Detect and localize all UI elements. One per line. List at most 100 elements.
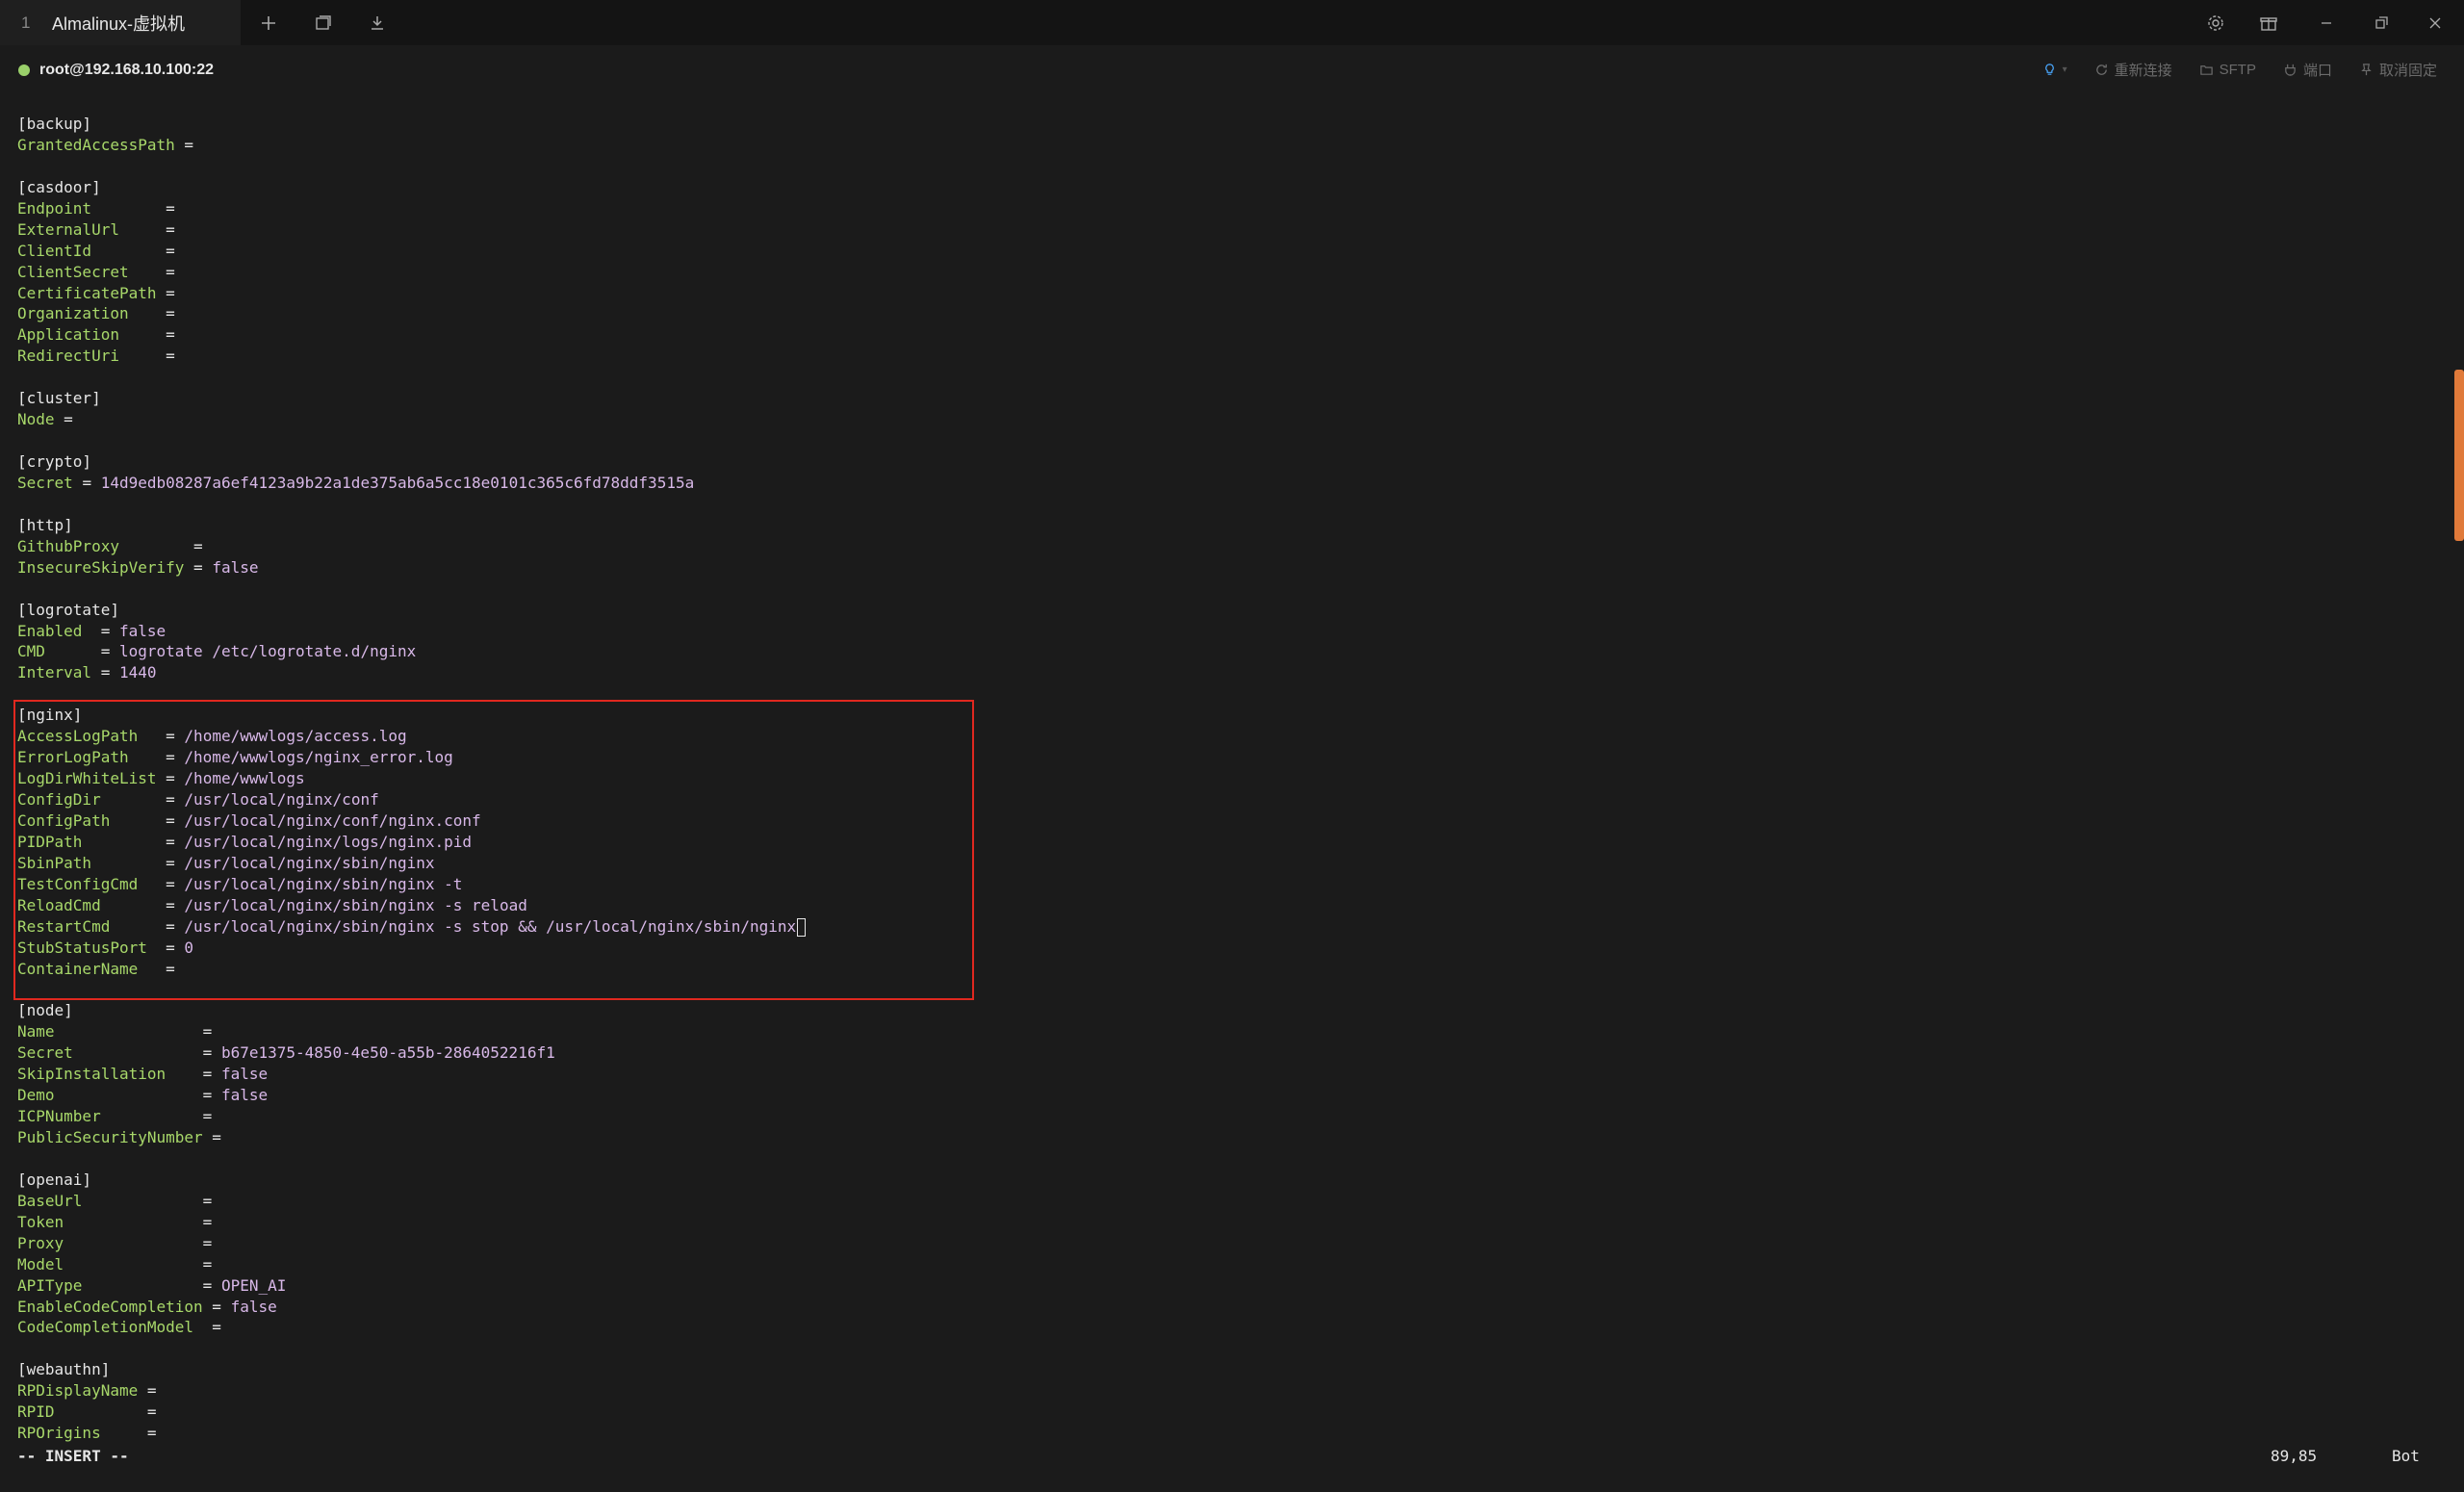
close-icon[interactable] [2420,8,2451,39]
config-key: RPDisplayName [17,1381,139,1401]
connection-status-dot [18,64,30,76]
config-key: ICPNumber [17,1107,101,1126]
config-key: Token [17,1212,64,1231]
terminal-line: [webauthn] [17,1359,2424,1380]
download-icon[interactable] [362,8,393,39]
config-equals: = [202,1022,213,1042]
config-key: Proxy [17,1233,64,1252]
hint-bulb-icon[interactable]: ▾ [2042,63,2067,77]
config-key: PublicSecurityNumber [17,1128,203,1146]
config-key: ExternalUrl [17,219,119,239]
terminal-line: [node] [17,1000,2424,1021]
restore-icon[interactable] [2366,8,2397,39]
config-padding [193,1318,212,1336]
config-key: GithubProxy [17,536,119,555]
tab-title: Almalinux-虚拟机 [52,13,186,34]
connection-actions: ▾ 重新连接 SFTP 端口 取消固定 [2042,57,2437,82]
config-equals: = [202,1212,213,1231]
terminal-line: RPDisplayName = [17,1380,2424,1402]
config-key: GrantedAccessPath [17,135,175,154]
terminal-line: [backup] [17,114,2424,135]
config-value: b67e1375-4850-4e50-a55b-2864052216f1 [220,1043,555,1063]
terminal-line: Name = [17,1021,2424,1042]
config-equals: = [82,473,92,492]
terminal-line: Secret = b67e1375-4850-4e50-a55b-2864052… [17,1042,2424,1064]
config-key: CertificatePath [17,283,157,302]
config-padding [101,1107,203,1125]
config-equals: = [100,642,111,661]
split-window-icon[interactable] [308,8,339,39]
nginx-section-highlight [13,700,974,1000]
config-value: false [118,621,167,640]
terminal-line: RedirectUri = [17,346,2424,367]
terminal-line: [openai] [17,1170,2424,1191]
unpin-button[interactable]: 取消固定 [2359,60,2437,80]
config-padding [73,474,83,492]
sftp-button[interactable]: SFTP [2199,62,2256,78]
config-key: Model [17,1254,64,1273]
config-padding [129,304,167,322]
config-key: Organization [17,304,129,323]
tab-number: 1 [21,13,31,32]
config-equals: = [146,1402,157,1422]
config-key: RPID [17,1402,55,1422]
config-equals: = [202,1233,213,1252]
config-equals: = [146,1424,157,1443]
config-key: ClientSecret [17,262,129,281]
config-equals: = [184,135,194,154]
config-padding [55,1022,203,1041]
terminal-line: ClientId = [17,241,2424,262]
terminal-line: GithubProxy = [17,536,2424,557]
config-equals: = [166,325,175,345]
config-key: Secret [17,1043,73,1063]
terminal-line: Demo = false [17,1085,2424,1106]
config-padding [82,1192,202,1210]
config-padding [119,325,166,344]
config-padding [166,1065,203,1083]
config-padding [45,642,101,660]
terminal-line: Application = [17,324,2424,346]
new-tab-icon[interactable] [253,8,284,39]
port-button[interactable]: 端口 [2283,60,2332,80]
terminal-line: Organization = [17,303,2424,324]
config-padding [101,1424,147,1442]
config-section-header: [webauthn] [17,1360,111,1379]
config-padding [91,199,166,218]
terminal-line: Model = [17,1254,2424,1275]
config-padding [119,220,166,239]
config-padding [175,136,185,154]
config-padding [129,263,167,281]
terminal-line: CodeCompletionModel = [17,1317,2424,1338]
terminal-line: Interval = 1440 [17,662,2424,683]
config-section-header: [http] [17,515,73,534]
config-value: 1440 [118,663,157,682]
config-equals: = [202,1086,213,1105]
config-equals: = [202,1275,213,1295]
config-equals: = [146,1381,157,1401]
settings-gear-icon[interactable] [2200,8,2231,39]
config-padding [55,410,64,428]
terminal-line: RPOrigins = [17,1423,2424,1444]
config-equals: = [166,198,175,218]
config-equals: = [166,219,175,239]
minimize-icon[interactable] [2311,8,2342,39]
config-equals: = [212,1318,221,1337]
config-padding [64,1234,203,1252]
config-equals: = [166,283,175,302]
reconnect-label: 重新连接 [2114,62,2172,79]
config-equals: = [202,1254,213,1273]
config-section-header: [logrotate] [17,600,119,619]
pin-icon [2361,63,2372,75]
session-tab[interactable]: 1 Almalinux-虚拟机 [0,0,241,45]
config-key: Interval [17,663,92,682]
gift-icon[interactable] [2253,8,2284,39]
config-value: false [212,557,259,577]
config-section-header: [casdoor] [17,177,101,196]
terminal-scrollbar[interactable] [2454,370,2464,541]
reconnect-button[interactable]: 重新连接 [2094,60,2172,80]
config-padding [119,347,166,365]
